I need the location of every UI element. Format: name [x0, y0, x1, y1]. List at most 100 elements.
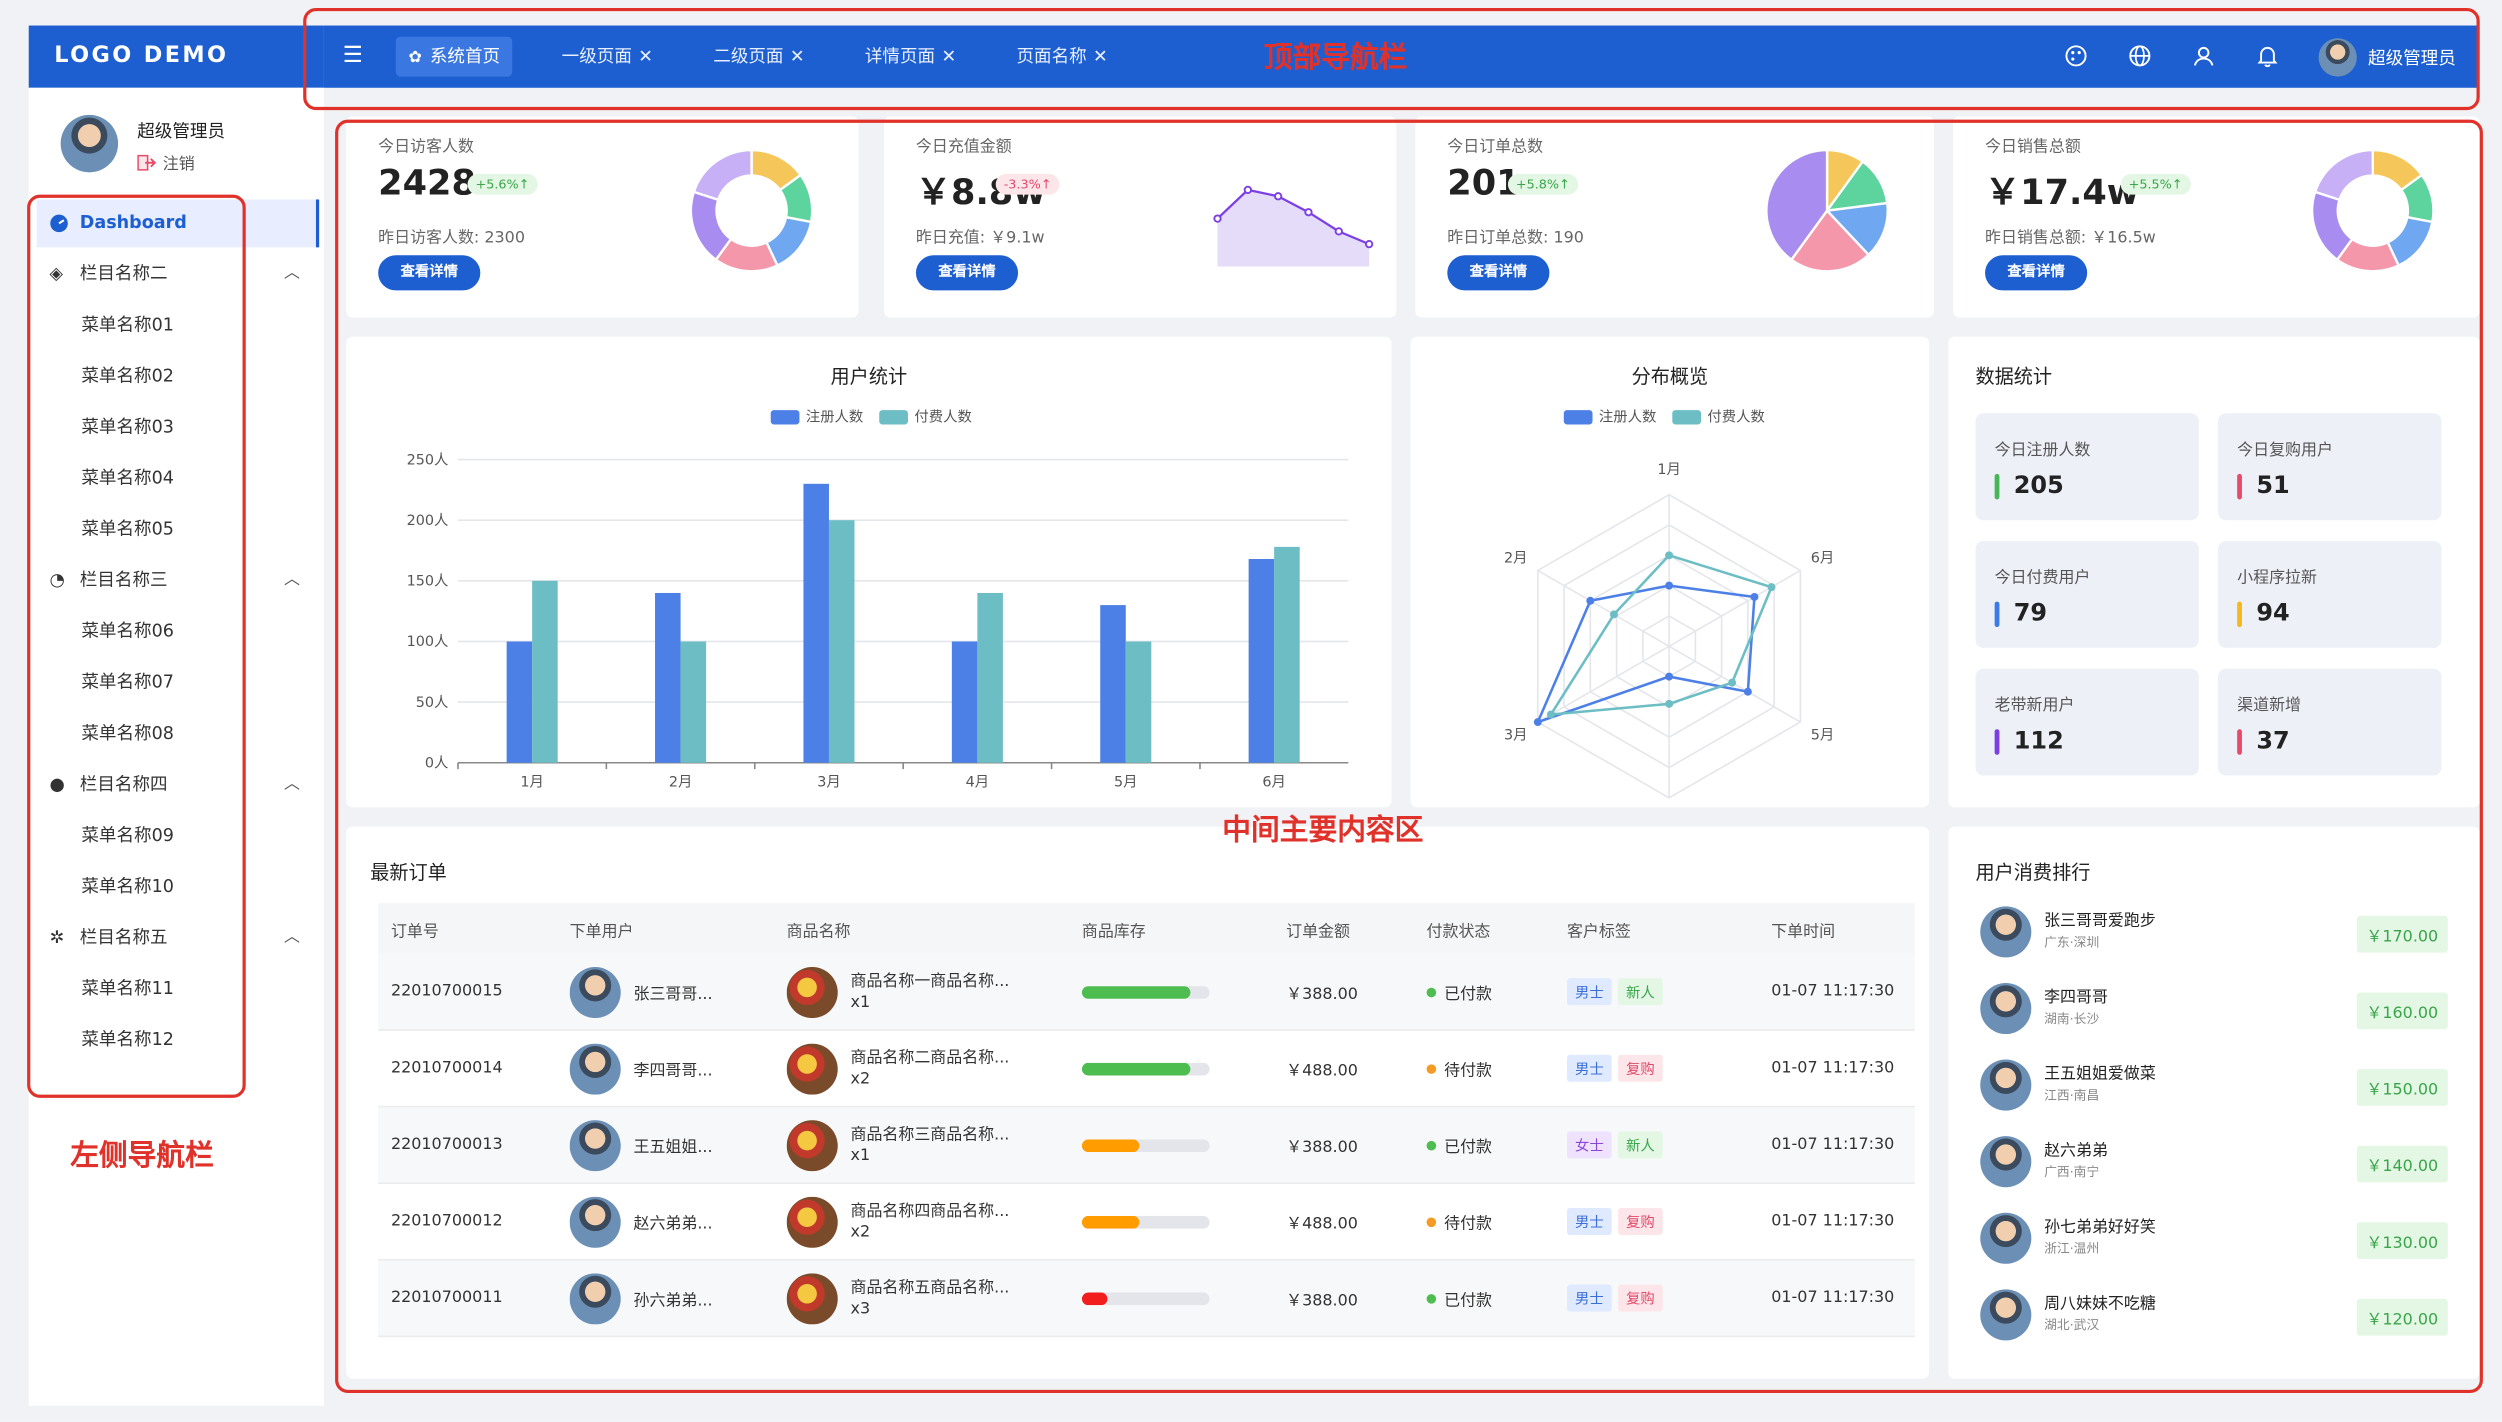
sidebar-item-label: 菜单名称04: [81, 467, 174, 489]
bar[interactable]: [680, 641, 707, 763]
bar[interactable]: [532, 580, 558, 763]
list-item[interactable]: 孙七弟弟好好笑 浙江·温州 ￥130.00: [1980, 1206, 2448, 1283]
stat-mini-chart: [2310, 148, 2435, 273]
bar[interactable]: [1100, 605, 1126, 763]
sidebar-item[interactable]: 菜单名称02: [37, 353, 319, 401]
sidebar-group-4[interactable]: ● 栏目名称四 ︿: [37, 761, 319, 809]
bar[interactable]: [1125, 641, 1152, 763]
stat-tile[interactable]: 今日付费用户 79: [1975, 540, 2199, 648]
stat-tile[interactable]: 小程序拉新 94: [2218, 540, 2442, 648]
list-item[interactable]: 王五姐姐爱做菜 江西·南昌 ￥150.00: [1980, 1053, 2448, 1130]
tab-4[interactable]: 页面名称 ✕: [1004, 37, 1121, 77]
palette-icon[interactable]: [2063, 43, 2089, 69]
list-item[interactable]: 李四哥哥 湖南·长沙 ￥160.00: [1980, 977, 2448, 1054]
sidebar-item-label: 菜单名称11: [81, 978, 174, 999]
bar[interactable]: [803, 483, 829, 763]
bar[interactable]: [1274, 546, 1300, 763]
sidebar-item[interactable]: 菜单名称12: [37, 1016, 319, 1064]
sidebar-user-name: 超级管理员: [137, 121, 225, 143]
list-item[interactable]: 张三哥哥爱跑步 广东·深圳 ￥170.00: [1980, 900, 2448, 977]
radar-point: [1609, 610, 1618, 619]
view-detail-button[interactable]: 查看详情: [1447, 255, 1550, 291]
sidebar-item[interactable]: 菜单名称11: [37, 965, 319, 1013]
column-header[interactable]: 付款状态: [1427, 917, 1567, 941]
sidebar-group-5[interactable]: ✲ 栏目名称五 ︿: [37, 914, 319, 962]
sidebar-item-dashboard[interactable]: Dashboard: [36, 199, 320, 248]
chevron-up-icon[interactable]: ︿: [284, 557, 300, 605]
logo[interactable]: LOGO DEMO: [28, 25, 324, 88]
bar[interactable]: [1248, 559, 1275, 763]
column-header[interactable]: 订单金额: [1286, 917, 1426, 941]
column-header[interactable]: 订单号: [378, 917, 569, 941]
sidebar-item[interactable]: 菜单名称06: [37, 608, 319, 656]
rank-user-name: 赵六弟弟: [2044, 1142, 2108, 1161]
legend-item[interactable]: 付费人数: [879, 405, 972, 426]
column-header[interactable]: 客户标签: [1567, 917, 1771, 941]
column-header[interactable]: 下单用户: [570, 917, 787, 941]
column-header[interactable]: 商品库存: [1082, 917, 1286, 941]
stat-tile[interactable]: 今日复购用户 51: [2218, 413, 2442, 521]
chevron-up-icon[interactable]: ︿: [284, 761, 300, 809]
table-row[interactable]: 22010700015 张三哥哥... 商品名称一商品名称... x1 ￥388.00 已…: [378, 954, 1915, 1031]
legend-item[interactable]: 注册人数: [770, 405, 863, 426]
tab-1[interactable]: 一级页面 ✕: [549, 37, 666, 77]
column-header[interactable]: 商品名称: [787, 917, 1082, 941]
table-row[interactable]: 22010700012 赵六弟弟... 商品名称四商品名称... x2 ￥488.00 待…: [378, 1184, 1915, 1261]
list-item[interactable]: 赵六弟弟 广西·南宁 ￥140.00: [1980, 1130, 2448, 1207]
sidebar-group-2[interactable]: ◈ 栏目名称二 ︿: [37, 251, 319, 299]
sidebar-item[interactable]: 菜单名称10: [37, 863, 319, 911]
table-row[interactable]: 22010700011 孙六弟弟... 商品名称五商品名称... x3 ￥388.00 已…: [378, 1260, 1915, 1338]
tab-2[interactable]: 二级页面 ✕: [701, 37, 818, 77]
user-icon[interactable]: [2191, 43, 2217, 69]
legend-item[interactable]: 付费人数: [1672, 405, 1765, 426]
view-detail-button[interactable]: 查看详情: [1985, 255, 2088, 291]
close-icon[interactable]: ✕: [638, 46, 653, 67]
close-icon[interactable]: ✕: [941, 46, 956, 67]
sidebar-item[interactable]: 菜单名称03: [37, 404, 319, 452]
sidebar-group-3[interactable]: ◔ 栏目名称三 ︿: [37, 557, 319, 605]
view-detail-button[interactable]: 查看详情: [915, 255, 1019, 291]
stat-tile[interactable]: 渠道新增 37: [2218, 668, 2442, 776]
sidebar-item[interactable]: 菜单名称04: [37, 455, 319, 503]
tab-0[interactable]: ✿ 系统首页: [395, 36, 513, 77]
bar[interactable]: [506, 641, 533, 763]
column-header[interactable]: 下单时间: [1771, 917, 1915, 941]
stat-tile-value: 51: [2256, 470, 2290, 500]
stock-bar-fill: [1081, 1291, 1108, 1305]
radar-point: [1665, 551, 1674, 560]
bar[interactable]: [977, 592, 1003, 763]
close-icon[interactable]: ✕: [1093, 46, 1108, 67]
stat-label: 今日订单总数: [1447, 138, 1544, 157]
tab-3[interactable]: 详情页面 ✕: [852, 37, 969, 77]
bell-icon[interactable]: [2255, 43, 2281, 69]
close-icon[interactable]: ✕: [790, 46, 805, 67]
payment-status: 已付款: [1426, 980, 1567, 1004]
sidebar-item-label: Dashboard: [79, 212, 187, 233]
avatar[interactable]: [60, 114, 119, 173]
stat-tile[interactable]: 今日注册人数 205: [1975, 413, 2199, 521]
sidebar-item[interactable]: 菜单名称07: [37, 659, 319, 707]
chevron-up-icon[interactable]: ︿: [284, 914, 300, 962]
view-detail-button[interactable]: 查看详情: [378, 255, 481, 291]
legend-item[interactable]: 注册人数: [1563, 405, 1656, 426]
sidebar-item[interactable]: 菜单名称09: [37, 812, 319, 860]
chevron-up-icon[interactable]: ︿: [284, 251, 300, 299]
bar[interactable]: [828, 520, 855, 763]
globe-icon[interactable]: [2127, 43, 2153, 69]
sidebar-item[interactable]: 菜单名称05: [37, 506, 319, 554]
top-user-menu[interactable]: 超级管理员: [2318, 35, 2456, 80]
menu-toggle-icon[interactable]: ☰: [337, 40, 369, 72]
sidebar-item[interactable]: 菜单名称08: [37, 710, 319, 758]
table-row[interactable]: 22010700014 李四哥哥... 商品名称二商品名称... x2 ￥488.00 待…: [378, 1031, 1915, 1108]
stat-tile-value: 112: [2013, 726, 2064, 755]
logout-link[interactable]: 注销: [137, 150, 195, 174]
table-row[interactable]: 22010700013 王五姐姐... 商品名称三商品名称... x1 ￥388.00 已…: [378, 1107, 1915, 1185]
sidebar-item[interactable]: 菜单名称01: [37, 302, 319, 350]
legend-label: 付费人数: [1707, 410, 1765, 427]
stat-tile[interactable]: 老带新用户 112: [1975, 668, 2199, 776]
bar[interactable]: [951, 641, 978, 763]
bar[interactable]: [655, 592, 681, 763]
card-title: 最新订单: [370, 861, 447, 885]
table-header: 订单号 下单用户 商品名称 商品库存 订单金额 付款状态 客户标签 下单时间: [378, 903, 1915, 955]
list-item[interactable]: 周八妹妹不吃糖 湖北·武汉 ￥120.00: [1980, 1283, 2448, 1360]
